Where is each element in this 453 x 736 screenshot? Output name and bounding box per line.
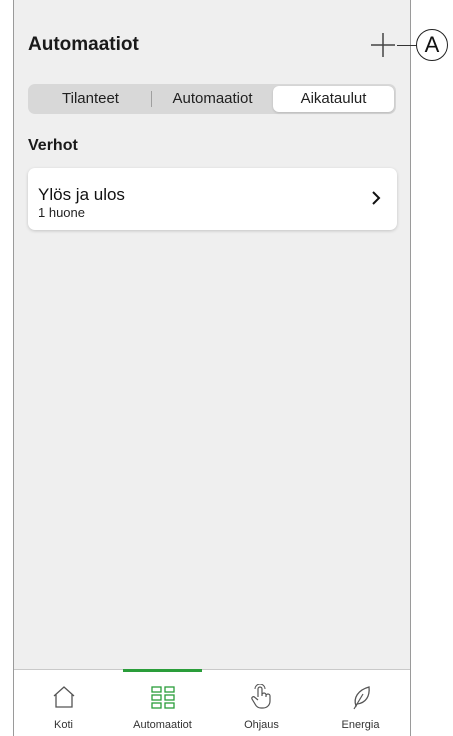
segment-aikataulut[interactable]: Aikataulut: [273, 86, 394, 112]
tab-automaatiot[interactable]: Automaatiot: [113, 669, 212, 736]
callout-line: [397, 45, 417, 46]
tab-energia[interactable]: Energia: [311, 670, 410, 736]
tab-label: Automaatiot: [133, 719, 192, 731]
tab-ohjaus[interactable]: Ohjaus: [212, 670, 311, 736]
segmented-control: Tilanteet Automaatiot Aikataulut: [28, 84, 396, 114]
hand-pointer-icon: [250, 684, 271, 709]
leaf-icon: [352, 686, 370, 710]
automation-card[interactable]: Ylös ja ulos 1 huone: [28, 168, 397, 230]
tab-bar: Koti Automaatiot Ohjaus Energia: [14, 669, 410, 736]
tab-label: Koti: [54, 719, 73, 731]
add-icon[interactable]: [370, 32, 396, 58]
segment-tilanteet[interactable]: Tilanteet: [30, 86, 151, 112]
page-title: Automaatiot: [28, 34, 139, 55]
tab-label: Ohjaus: [244, 719, 279, 731]
card-subtitle: 1 huone: [38, 205, 85, 220]
card-title: Ylös ja ulos: [38, 185, 125, 204]
callout-marker: A: [416, 29, 448, 61]
chevron-right-icon: [372, 191, 381, 205]
tab-label: Energia: [341, 719, 380, 731]
grid-icon: [150, 686, 175, 709]
tab-koti[interactable]: Koti: [14, 670, 113, 736]
home-icon: [53, 686, 74, 708]
segment-automaatiot[interactable]: Automaatiot: [152, 86, 273, 112]
section-title: Verhot: [28, 137, 78, 154]
app-screen: Automaatiot Tilanteet Automaatiot Aikata…: [13, 0, 411, 736]
active-tab-indicator: [123, 669, 202, 672]
